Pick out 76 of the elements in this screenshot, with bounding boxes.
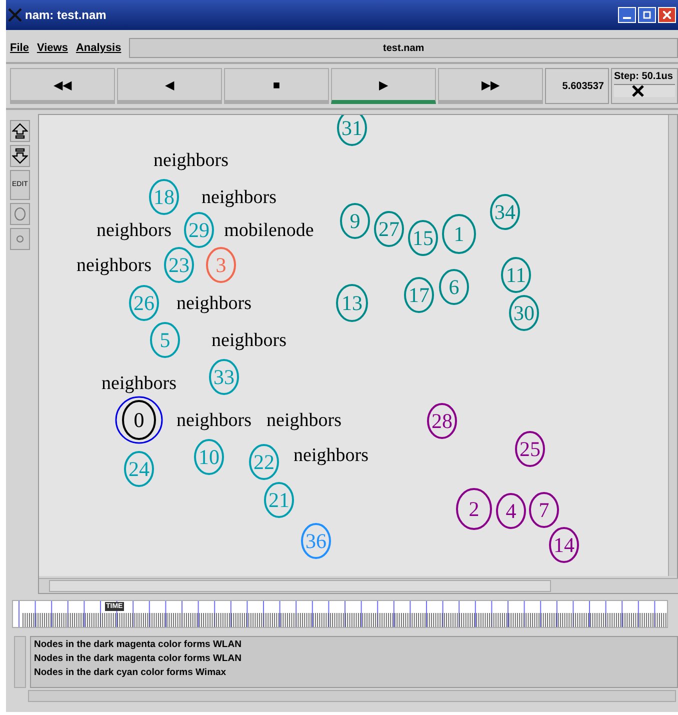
circle-icon <box>14 207 26 221</box>
network-node: 1 <box>442 214 476 254</box>
network-node: 0 <box>115 396 163 444</box>
close-button[interactable] <box>658 7 676 23</box>
playback-button[interactable]: ▶▶ <box>438 68 543 104</box>
network-node: 3 <box>206 247 236 283</box>
playback-button[interactable]: ■ <box>224 68 329 104</box>
network-node: 15 <box>408 220 438 256</box>
network-node: 21 <box>264 482 294 518</box>
zoom-in-icon <box>12 123 28 139</box>
network-node: 18 <box>148 179 179 215</box>
node-annotation: neighbors <box>101 373 176 394</box>
log-scrollbar[interactable] <box>14 636 26 688</box>
vertical-scrollbar[interactable] <box>668 115 677 576</box>
network-node: 14 <box>548 527 579 563</box>
network-node: 4 <box>496 493 526 529</box>
maximize-button[interactable] <box>638 7 656 23</box>
node-annotation: neighbors <box>176 293 252 314</box>
log-line: Nodes in the dark magenta color forms WLAN <box>34 653 242 664</box>
menu-item[interactable]: Analysis <box>76 42 122 54</box>
network-node: 27 <box>374 211 404 247</box>
log-line: Nodes in the dark cyan color forms Wimax <box>34 667 228 678</box>
network-node: 11 <box>500 257 531 293</box>
network-node: 28 <box>426 403 457 439</box>
network-node: 22 <box>248 444 279 480</box>
node-annotation: neighbors <box>96 220 172 241</box>
network-node: 5 <box>150 322 180 358</box>
node-annotation: neighbors <box>176 410 252 431</box>
network-node: 6 <box>438 269 469 305</box>
node-annotation: neighbors <box>201 187 276 208</box>
node-annotation: mobilenode <box>224 220 314 241</box>
window-title: nam: test.nam <box>25 8 108 22</box>
network-node: 17 <box>404 277 434 313</box>
network-node: 31 <box>336 115 367 146</box>
slider-thumb-icon[interactable] <box>632 85 644 97</box>
dot-tool-button[interactable] <box>10 228 30 250</box>
network-node: 34 <box>490 194 520 230</box>
network-node: 26 <box>128 285 159 321</box>
step-slider[interactable] <box>614 84 675 97</box>
playback-button[interactable]: ◀◀ <box>10 68 115 104</box>
maximize-icon <box>643 11 651 19</box>
network-node: 33 <box>208 359 239 395</box>
zoom-out-icon <box>12 148 28 164</box>
network-node: 29 <box>184 212 214 248</box>
network-node: 9 <box>340 203 370 239</box>
time-display: 5.603537 <box>545 68 609 104</box>
x-logo-icon <box>8 8 22 22</box>
playback-button[interactable]: ◀ <box>117 68 222 104</box>
log-horizontal-scrollbar[interactable] <box>28 690 676 702</box>
node-annotation: neighbors <box>266 410 342 431</box>
small-circle-icon <box>16 235 24 243</box>
network-node: 13 <box>336 284 368 322</box>
playback-button[interactable]: ▶ <box>331 68 436 104</box>
node-annotation: neighbors <box>153 150 228 171</box>
node-annotation: neighbors <box>293 445 368 466</box>
file-name-bar: test.nam <box>129 38 678 58</box>
network-node: 2 <box>456 488 492 530</box>
node-annotation: neighbors <box>76 255 152 276</box>
menu-item[interactable]: File <box>10 42 29 54</box>
menu-item[interactable]: Views <box>36 42 68 54</box>
network-node: 24 <box>124 451 154 487</box>
network-node: 10 <box>194 439 224 475</box>
zoom-out-button[interactable] <box>10 145 30 167</box>
zoom-in-button[interactable] <box>10 120 30 142</box>
network-node: 36 <box>300 523 331 559</box>
network-node: 30 <box>508 295 539 331</box>
network-node: 23 <box>164 247 194 283</box>
step-label: Step: 50.1us <box>614 71 674 82</box>
circle-tool-button[interactable] <box>10 203 30 225</box>
close-icon <box>663 11 671 19</box>
log-line: Nodes in the dark magenta color forms WLAN <box>34 639 242 650</box>
network-node: 25 <box>514 431 545 467</box>
horizontal-scrollbar[interactable] <box>38 578 678 593</box>
minimize-button[interactable] <box>618 7 636 23</box>
node-annotation: neighbors <box>211 330 286 351</box>
network-node: 7 <box>528 492 559 528</box>
